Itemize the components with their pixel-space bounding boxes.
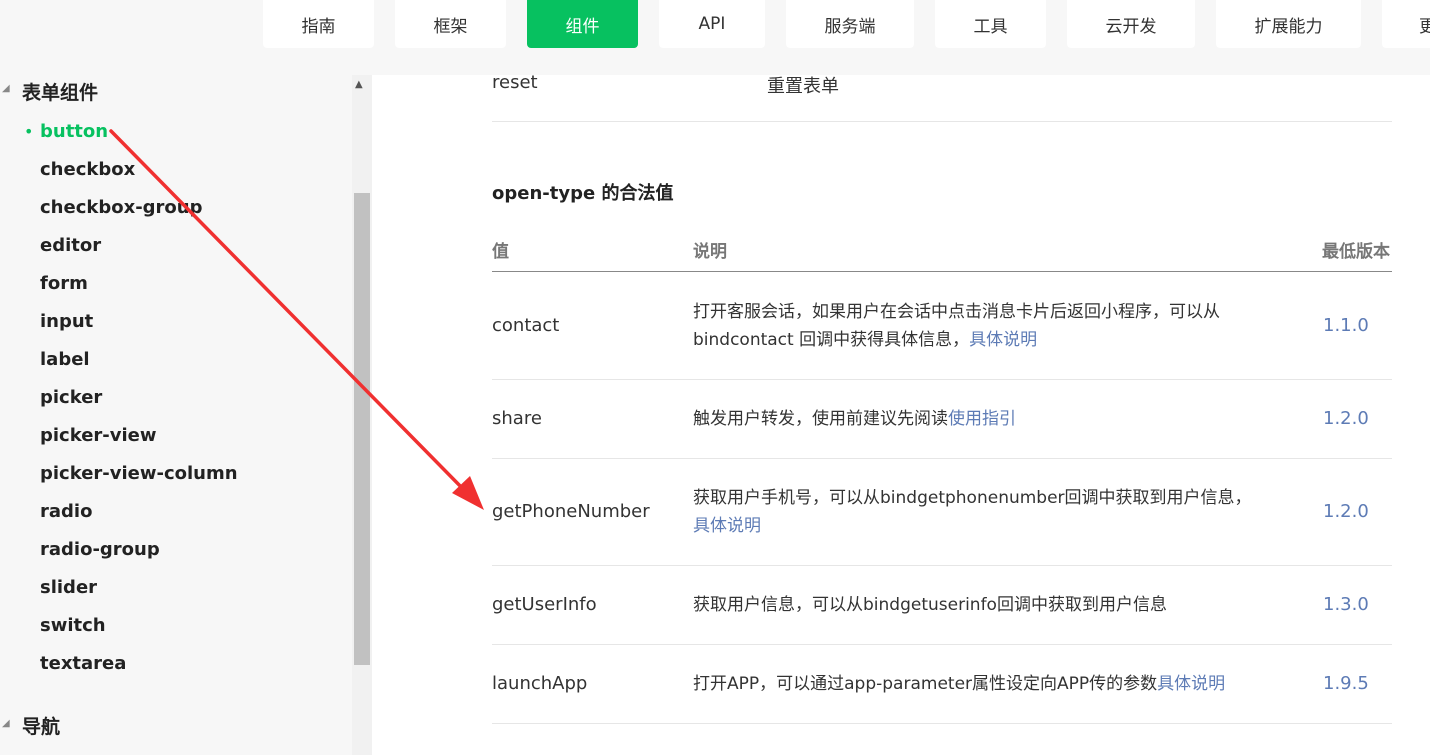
tab-cloud[interactable]: 云开发 — [1067, 0, 1195, 48]
detail-link[interactable]: 具体说明 — [1157, 674, 1225, 694]
usage-guide-link[interactable]: 使用指引 — [948, 409, 1016, 429]
main-content: reset 重置表单 open-type 的合法值 值 说明 最低版本 cont… — [372, 72, 1430, 755]
row-divider — [492, 379, 1392, 380]
sidebar-item-radio-group[interactable]: radio-group — [40, 538, 160, 562]
prev-row-value: reset — [492, 72, 538, 93]
sidebar-group-navigation[interactable]: 导航 — [22, 712, 60, 739]
cell-version: 1.9.5 — [1323, 673, 1369, 694]
header-desc: 说明 — [693, 242, 727, 262]
cell-version: 1.2.0 — [1323, 501, 1369, 522]
sidebar: ◢ 表单组件 • button checkbox checkbox-group … — [0, 75, 372, 755]
desc-text: 获取用户手机号，可以从bindgetphonenumber回调中获取到用户信息， — [693, 488, 1252, 508]
desc-text: bindcontact 回调中获得具体信息， — [693, 330, 970, 350]
cell-version: 1.3.0 — [1323, 594, 1369, 615]
detail-link[interactable]: 具体说明 — [693, 516, 761, 536]
sidebar-item-editor[interactable]: editor — [40, 234, 101, 258]
header-value: 值 — [492, 242, 509, 262]
sidebar-item-picker-view-column[interactable]: picker-view-column — [40, 462, 238, 486]
sidebar-item-checkbox[interactable]: checkbox — [40, 158, 135, 182]
tab-extensions[interactable]: 扩展能力 — [1216, 0, 1361, 48]
cell-value: getPhoneNumber — [492, 501, 650, 522]
cell-desc: 获取用户信息，可以从bindgetuserinfo回调中获取到用户信息 — [693, 591, 1273, 619]
scroll-up-arrow-icon[interactable]: ▲ — [355, 79, 363, 90]
sidebar-item-input[interactable]: input — [40, 310, 93, 334]
header-divider — [492, 271, 1392, 272]
sidebar-item-button[interactable]: button — [40, 120, 108, 144]
prev-row-desc: 重置表单 — [767, 76, 839, 97]
sidebar-item-label[interactable]: label — [40, 348, 90, 372]
cell-desc: 触发用户转发，使用前建议先阅读使用指引 — [693, 405, 1273, 433]
tab-components[interactable]: 组件 — [527, 0, 638, 48]
desc-text: 打开APP，可以通过app-parameter属性设定向APP传的参数 — [693, 674, 1158, 694]
row-divider — [492, 644, 1392, 645]
row-divider — [492, 121, 1392, 122]
sidebar-item-slider[interactable]: slider — [40, 576, 97, 600]
sidebar-scroll-thumb[interactable] — [354, 193, 370, 665]
row-divider — [492, 565, 1392, 566]
sidebar-item-radio[interactable]: radio — [40, 500, 92, 524]
sidebar-item-form[interactable]: form — [40, 272, 88, 296]
sidebar-item-picker-view[interactable]: picker-view — [40, 424, 157, 448]
row-divider — [492, 458, 1392, 459]
cell-version: 1.1.0 — [1323, 315, 1369, 336]
tab-tools[interactable]: 工具 — [935, 0, 1046, 48]
cell-desc: 打开客服会话，如果用户在会话中点击消息卡片后返回小程序，可以从 bindcont… — [693, 298, 1273, 354]
sidebar-item-textarea[interactable]: textarea — [40, 652, 126, 676]
sidebar-item-checkbox-group[interactable]: checkbox-group — [40, 196, 203, 220]
tab-server[interactable]: 服务端 — [786, 0, 914, 48]
active-dot-icon: • — [24, 122, 34, 141]
sidebar-item-picker[interactable]: picker — [40, 386, 102, 410]
tab-guide[interactable]: 指南 — [263, 0, 374, 48]
row-divider — [492, 723, 1392, 724]
collapse-caret-icon[interactable]: ◢ — [2, 718, 10, 729]
collapse-caret-icon[interactable]: ◢ — [2, 83, 10, 94]
tab-framework[interactable]: 框架 — [395, 0, 506, 48]
cell-value: contact — [492, 315, 560, 336]
sidebar-group-form[interactable]: 表单组件 — [22, 78, 98, 105]
cell-version: 1.2.0 — [1323, 408, 1369, 429]
cell-desc: 获取用户手机号，可以从bindgetphonenumber回调中获取到用户信息，… — [693, 484, 1273, 540]
detail-link[interactable]: 具体说明 — [969, 330, 1037, 350]
cell-value: getUserInfo — [492, 594, 597, 615]
desc-text: 触发用户转发，使用前建议先阅读 — [693, 409, 948, 429]
cell-value: launchApp — [492, 673, 588, 694]
tab-more[interactable]: 更 — [1382, 0, 1430, 48]
header-version: 最低版本 — [1322, 242, 1390, 262]
cell-value: share — [492, 408, 542, 429]
section-title: open-type 的合法值 — [492, 183, 674, 204]
sidebar-list: ◢ 表单组件 • button checkbox checkbox-group … — [0, 75, 352, 755]
cell-desc: 打开APP，可以通过app-parameter属性设定向APP传的参数具体说明 — [693, 670, 1273, 698]
sidebar-item-switch[interactable]: switch — [40, 614, 106, 638]
top-nav: 指南 框架 组件 API 服务端 工具 云开发 扩展能力 更 — [0, 0, 1430, 75]
tab-api[interactable]: API — [659, 0, 765, 48]
desc-text: 打开客服会话，如果用户在会话中点击消息卡片后返回小程序，可以从 — [693, 302, 1220, 322]
desc-text: 获取用户信息，可以从bindgetuserinfo回调中获取到用户信息 — [693, 595, 1167, 615]
